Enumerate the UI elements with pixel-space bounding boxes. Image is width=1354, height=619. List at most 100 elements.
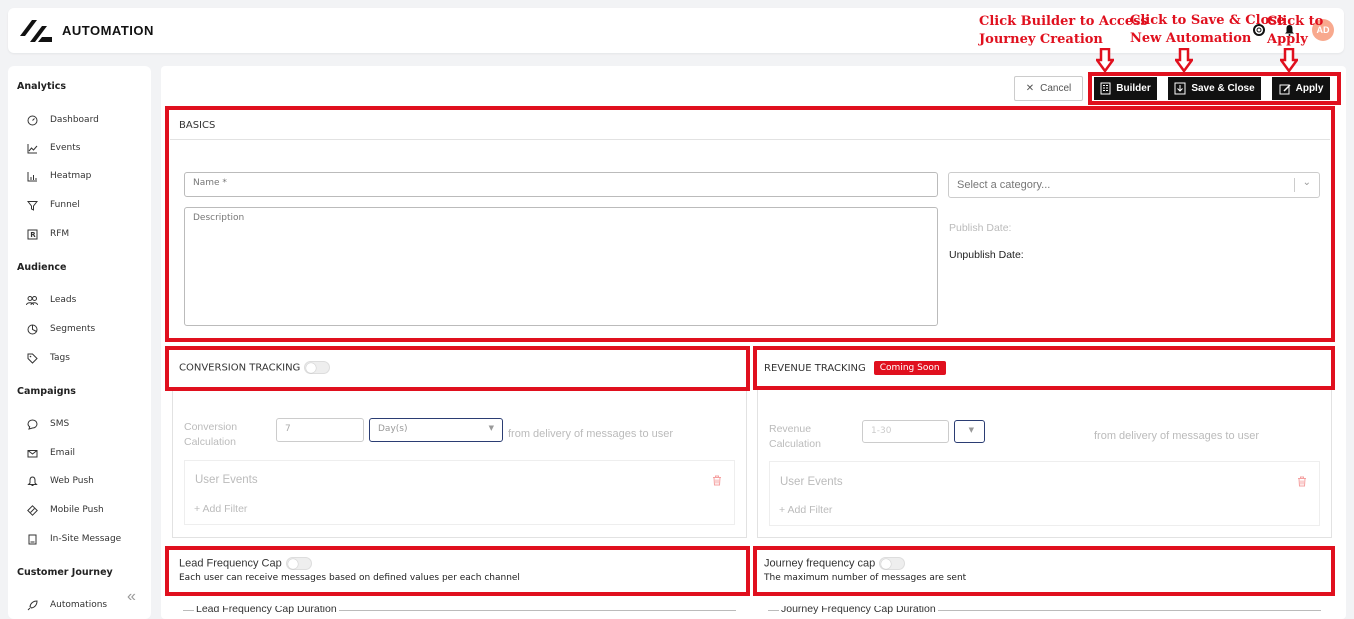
sidebar-item-segments[interactable]: Segments	[26, 321, 95, 337]
sidebar-item-events[interactable]: Events	[26, 140, 80, 156]
coming-soon-badge: Coming Soon	[873, 361, 946, 375]
sidebar-item-email[interactable]: Email	[26, 445, 75, 461]
chevron-down-icon: ⌄	[1302, 177, 1311, 188]
sidebar-item-sms[interactable]: SMS	[26, 416, 69, 432]
sidebar-item-label: In-Site Message	[50, 534, 122, 544]
journey-frequency-cap-title: Journey frequency cap	[764, 557, 906, 570]
trash-icon[interactable]	[1297, 474, 1307, 487]
sidebar-item-label: Dashboard	[50, 115, 99, 125]
lead-frequency-cap-description: Each user can receive messages based on …	[179, 573, 520, 583]
description-textarea[interactable]: Description	[184, 207, 938, 326]
journey-cap-duration-label: Journey Frequency Cap Duration	[779, 606, 938, 615]
dashboard-gauge-icon	[26, 114, 38, 126]
sidebar-item-leads[interactable]: Leads	[26, 292, 76, 308]
cancel-button[interactable]: ✕ Cancel	[1014, 76, 1083, 101]
lead-cap-duration-label: Lead Frequency Cap Duration	[194, 606, 339, 615]
conversion-tracking-title: CONVERSION TRACKING	[179, 361, 331, 374]
sidebar-item-in-site-message[interactable]: In-Site Message	[26, 531, 121, 547]
line-chart-icon	[26, 142, 38, 154]
revenue-tracking-title: REVENUE TRACKING Coming Soon	[764, 361, 946, 375]
sidebar-item-label: Email	[50, 448, 75, 458]
sidebar-item-dashboard[interactable]: Dashboard	[26, 112, 99, 128]
bar-chart-icon	[26, 170, 38, 182]
lead-frequency-cap-title: Lead Frequency Cap	[179, 557, 312, 570]
builder-icon	[1100, 82, 1111, 95]
edit-pencil-icon	[1279, 83, 1291, 94]
sidebar-item-label: Segments	[50, 324, 96, 334]
sidebar-item-web-push[interactable]: Web Push	[26, 473, 94, 489]
category-select[interactable]: Select a category... ⌄	[948, 172, 1320, 198]
journey-frequency-cap-toggle[interactable]	[879, 557, 906, 570]
sidebar-item-label: Mobile Push	[50, 505, 104, 515]
revenue-user-events-box: User Events + Add Filter	[769, 461, 1320, 526]
save-close-button[interactable]: Save & Close	[1168, 77, 1261, 100]
sidebar-item-label: Heatmap	[50, 171, 92, 181]
sidebar-item-label: Leads	[50, 295, 77, 305]
sidebar-item-label: Tags	[50, 353, 70, 363]
sidebar-section-audience: Audience	[17, 262, 67, 273]
caret-down-icon: ▼	[968, 426, 974, 434]
lead-frequency-cap-toggle[interactable]	[285, 557, 312, 570]
apply-annotation: Click to Apply	[1267, 14, 1324, 47]
journey-frequency-cap-description: The maximum number of messages are sent	[764, 573, 967, 583]
conversion-user-events-box: User Events + Add Filter	[184, 460, 735, 525]
builder-arrow-icon	[1096, 48, 1114, 72]
rocket-icon	[26, 599, 38, 611]
collapse-sidebar-icon[interactable]: «	[127, 588, 136, 606]
sidebar: Analytics Dashboard Events Heatmap Funne…	[8, 66, 151, 619]
basics-divider	[170, 139, 1330, 140]
sidebar-item-funnel[interactable]: Funnel	[26, 197, 80, 213]
save-arrow-icon	[1175, 48, 1193, 72]
publish-date-label: Publish Date:	[949, 222, 1012, 234]
rfm-box-icon: R	[26, 228, 38, 240]
sidebar-section-campaigns: Campaigns	[17, 386, 76, 397]
sidebar-item-label: Events	[50, 143, 81, 153]
save-download-icon	[1174, 82, 1186, 95]
sidebar-item-automations[interactable]: Automations	[26, 597, 107, 613]
sidebar-item-label: RFM	[50, 229, 70, 239]
bell-outline-icon	[26, 475, 38, 487]
sidebar-item-mobile-push[interactable]: Mobile Push	[26, 502, 104, 518]
tag-icon	[26, 352, 38, 364]
mobile-push-icon	[26, 504, 38, 516]
revenue-unit-select[interactable]: ▼	[954, 420, 985, 443]
apply-button[interactable]: Apply	[1272, 77, 1330, 100]
revenue-value-input[interactable]: 1-30	[862, 420, 949, 443]
user-events-label: User Events	[195, 474, 258, 486]
user-events-label: User Events	[780, 476, 843, 488]
sidebar-item-label: Funnel	[50, 200, 80, 210]
pie-chart-icon	[26, 323, 38, 335]
sidebar-item-tags[interactable]: Tags	[26, 350, 70, 366]
svg-text:R: R	[30, 231, 36, 239]
add-filter-button[interactable]: + Add Filter	[194, 503, 247, 515]
unpublish-date-label: Unpublish Date:	[949, 249, 1024, 261]
conversion-value-input[interactable]: 7	[276, 418, 364, 442]
builder-button[interactable]: Builder	[1094, 77, 1157, 100]
app-logo	[20, 20, 52, 42]
name-input[interactable]: Name *	[184, 172, 938, 197]
app-title: AUTOMATION	[62, 23, 154, 38]
sidebar-item-label: Web Push	[50, 476, 94, 486]
sidebar-section-analytics: Analytics	[17, 81, 67, 92]
sidebar-item-rfm[interactable]: R RFM	[26, 226, 69, 242]
users-icon	[26, 294, 38, 306]
lead-cap-duration-panel: Lead Frequency Cap Duration	[172, 606, 747, 619]
sidebar-item-label: Automations	[50, 600, 108, 610]
add-filter-button[interactable]: + Add Filter	[779, 504, 832, 516]
apply-arrow-icon	[1280, 48, 1298, 72]
sidebar-item-heatmap[interactable]: Heatmap	[26, 168, 91, 184]
envelope-icon	[26, 447, 38, 459]
sidebar-section-customer-journey: Customer Journey	[17, 567, 113, 578]
conversion-suffix: from delivery of messages to user	[508, 428, 674, 440]
conversion-calculation-label: Conversion Calculation	[184, 421, 238, 448]
close-icon: ✕	[1025, 83, 1035, 94]
builder-annotation: Click Builder to Access Journey Creation	[979, 14, 1148, 47]
caret-down-icon: ▼	[488, 424, 494, 432]
chat-bubble-icon	[26, 418, 38, 430]
conversion-tracking-toggle[interactable]	[304, 361, 331, 374]
basics-title: BASICS	[179, 120, 216, 131]
save-annotation: Click to Save & Close New Automation	[1130, 13, 1285, 46]
sidebar-item-label: SMS	[50, 419, 70, 429]
conversion-unit-select[interactable]: Day(s) ▼	[369, 418, 503, 442]
trash-icon[interactable]	[712, 473, 722, 486]
